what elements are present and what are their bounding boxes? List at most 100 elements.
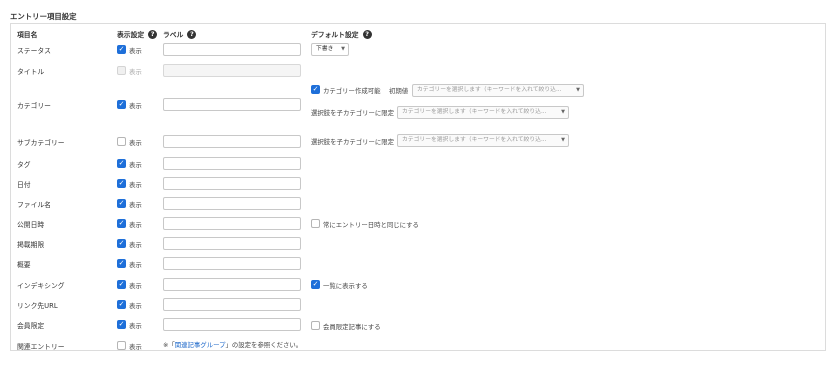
help-icon[interactable]: ? (148, 29, 158, 39)
header-label: ラベル? (163, 29, 197, 39)
same-as-entry-date-checkbox[interactable] (311, 219, 320, 228)
row-label: 日付 (17, 181, 31, 189)
display-checkbox[interactable]: ✓ (117, 45, 126, 54)
display-checkbox-label: 表示 (129, 161, 142, 169)
category-limit-child-placeholder: カテゴリーを選択します（キーワードを入れて絞り込... (402, 109, 547, 115)
row-label: 掲載期限 (17, 241, 45, 249)
row-label: ステータス (17, 47, 51, 55)
sub-limit-child-label: 選択肢を子カテゴリーに限定 (311, 138, 395, 146)
display-checkbox[interactable] (117, 341, 126, 350)
display-checkbox[interactable]: ✓ (117, 300, 126, 309)
check-icon: ✓ (118, 280, 125, 288)
header-default: デフォルト設定? (311, 29, 372, 39)
row-label: 公開日時 (17, 221, 45, 229)
indexing-always-label: 一覧に表示する (323, 282, 368, 290)
display-checkbox[interactable] (117, 137, 126, 146)
category-limit-child-select[interactable]: カテゴリーを選択します（キーワードを入れて絞り込... ▼ (397, 106, 569, 119)
display-checkbox-label: 表示 (129, 102, 142, 110)
category-initial-placeholder: カテゴリーを選択します（キーワードを入れて絞り込... (417, 87, 562, 93)
display-checkbox-label: 表示 (129, 47, 142, 55)
row-label: タグ (17, 161, 31, 169)
limit-child-label: 選択肢を子カテゴリーに限定 (311, 109, 395, 117)
display-checkbox[interactable]: ✓ (117, 280, 126, 289)
check-icon: ✓ (118, 320, 125, 328)
label-input[interactable] (163, 318, 301, 331)
chevron-down-icon: ▼ (561, 109, 565, 115)
header-label-text: ラベル (163, 31, 184, 39)
display-checkbox-label: 表示 (129, 181, 142, 189)
row-label: 概要 (17, 261, 31, 269)
same-as-entry-date-label: 常にエントリー日時と同じにする (323, 221, 419, 229)
related-note-prefix: ※「 (163, 341, 175, 349)
category-creatable-label: カテゴリー作成可能 (323, 87, 381, 95)
display-checkbox[interactable]: ✓ (117, 199, 126, 208)
display-checkbox-label: 表示 (129, 221, 142, 229)
row-label: インデキシング (17, 282, 65, 290)
label-input[interactable] (163, 64, 301, 77)
help-icon[interactable]: ? (362, 29, 372, 39)
row-label: ファイル名 (17, 201, 51, 209)
label-input[interactable] (163, 257, 301, 270)
display-checkbox[interactable]: ✓ (117, 259, 126, 268)
label-input[interactable] (163, 197, 301, 210)
display-checkbox-label: 表示 (129, 322, 142, 330)
row-label: リンク先URL (17, 302, 58, 310)
category-creatable-checkbox[interactable]: ✓ (311, 85, 320, 94)
check-icon: ✓ (118, 239, 125, 247)
check-icon: ✓ (118, 219, 125, 227)
initial-value-label: 初期値 (389, 87, 409, 95)
members-only-checkbox[interactable] (311, 321, 320, 330)
subcategory-limit-child-select[interactable]: カテゴリーを選択します（キーワードを入れて絞り込... ▼ (397, 134, 569, 147)
status-default-value: 下書き (316, 46, 334, 52)
chevron-down-icon: ▼ (576, 87, 580, 93)
check-icon: ✓ (118, 300, 125, 308)
display-checkbox[interactable]: ✓ (117, 100, 126, 109)
display-checkbox-label: 表示 (129, 68, 142, 76)
check-icon: ✓ (312, 280, 319, 288)
display-checkbox[interactable]: ✓ (117, 320, 126, 329)
related-entry-note: ※「関連記事グループ」の設定を参照ください。 (163, 340, 302, 349)
display-checkbox[interactable]: ✓ (117, 219, 126, 228)
display-checkbox-label: 表示 (129, 343, 142, 351)
label-input[interactable] (163, 177, 301, 190)
header-display: 表示設定? (117, 29, 158, 39)
header-default-text: デフォルト設定 (311, 31, 359, 39)
label-input[interactable] (163, 135, 301, 148)
display-checkbox-label: 表示 (129, 241, 142, 249)
display-checkbox[interactable]: ✓ (117, 239, 126, 248)
related-note-suffix: 」の設定を参照ください。 (225, 341, 303, 349)
label-input[interactable] (163, 278, 301, 291)
check-icon: ✓ (118, 179, 125, 187)
status-default-select[interactable]: 下書き ▼ (311, 43, 349, 56)
display-checkbox[interactable]: ✓ (117, 159, 126, 168)
label-input[interactable] (163, 217, 301, 230)
display-checkbox-label: 表示 (129, 261, 142, 269)
row-label: カテゴリー (17, 102, 51, 110)
help-icon[interactable]: ? (187, 29, 197, 39)
related-group-link[interactable]: 関連記事グループ (175, 341, 226, 349)
members-only-label: 会員限定記事にする (323, 323, 381, 331)
label-input[interactable] (163, 98, 301, 111)
header-display-text: 表示設定 (117, 31, 145, 39)
subcategory-limit-child-placeholder: カテゴリーを選択します（キーワードを入れて絞り込... (402, 137, 547, 143)
display-checkbox-label: 表示 (129, 302, 142, 310)
check-icon: ✓ (118, 159, 125, 167)
entry-fields-panel: 項目名 表示設定? ラベル? デフォルト設定? ステータス ✓ 表示 タイトル 表示 カテ… (10, 23, 826, 351)
row-label: 関連エントリー (17, 343, 65, 351)
section-title: エントリー項目設定 (10, 12, 77, 21)
label-input[interactable] (163, 298, 301, 311)
indexing-always-checkbox[interactable]: ✓ (311, 280, 320, 289)
display-checkbox-label: 表示 (129, 139, 142, 147)
check-icon: ✓ (118, 199, 125, 207)
label-input[interactable] (163, 157, 301, 170)
check-icon: ✓ (118, 259, 125, 267)
row-label: 会員限定 (17, 322, 45, 330)
label-input[interactable] (163, 43, 301, 56)
display-checkbox[interactable]: ✓ (117, 179, 126, 188)
label-input[interactable] (163, 237, 301, 250)
display-checkbox-label: 表示 (129, 282, 142, 290)
category-initial-select[interactable]: カテゴリーを選択します（キーワードを入れて絞り込... ▼ (412, 84, 584, 97)
check-icon: ✓ (312, 85, 319, 93)
header-item-name: 項目名 (17, 29, 37, 39)
row-label: サブカテゴリー (17, 139, 65, 147)
